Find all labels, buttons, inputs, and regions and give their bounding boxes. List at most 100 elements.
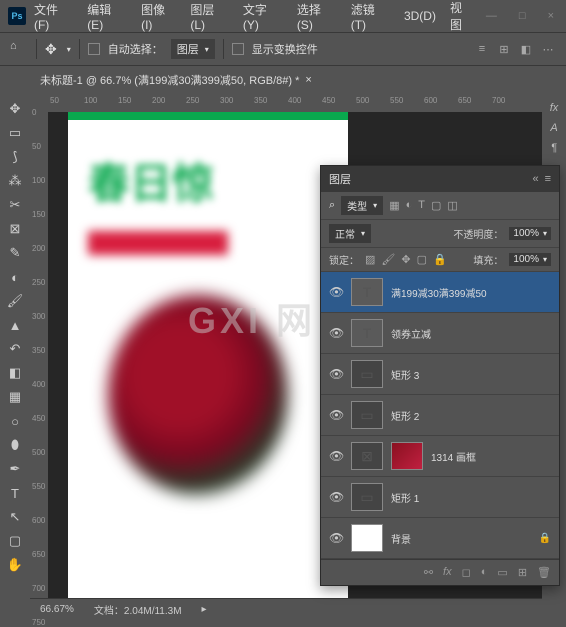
- layer-item[interactable]: 👁▭矩形 2: [321, 395, 559, 436]
- dodge-tool[interactable]: ⬮: [3, 434, 27, 456]
- layer-item[interactable]: 👁▭矩形 1: [321, 477, 559, 518]
- blend-mode-dropdown[interactable]: 正常: [329, 224, 371, 243]
- menu-3d[interactable]: 3D(D): [398, 5, 442, 27]
- menu-file[interactable]: 文件(F): [28, 0, 79, 36]
- marquee-tool[interactable]: ▭: [3, 122, 27, 144]
- add-mask-icon[interactable]: ◻: [462, 566, 471, 579]
- pen-tool[interactable]: ✒: [3, 458, 27, 480]
- lock-transparency-icon[interactable]: ▨: [365, 253, 375, 266]
- layer-item[interactable]: 👁背景🔒: [321, 518, 559, 559]
- distribute-icon[interactable]: ⊞: [496, 41, 512, 57]
- menu-select[interactable]: 选择(S): [291, 0, 343, 36]
- blur-tool[interactable]: ○: [3, 410, 27, 432]
- move-tool[interactable]: ✥: [3, 98, 27, 120]
- opacity-input[interactable]: 100%: [509, 227, 551, 240]
- close-tab-icon[interactable]: ×: [305, 74, 311, 86]
- lock-artboard-icon[interactable]: ▢: [417, 253, 427, 266]
- minimize-button[interactable]: —: [482, 8, 501, 24]
- auto-select-checkbox[interactable]: [88, 43, 100, 55]
- align-icon[interactable]: ≡: [474, 41, 490, 57]
- panel-collapse-icon[interactable]: «: [532, 173, 538, 185]
- new-layer-icon[interactable]: ⊞: [518, 566, 527, 579]
- layer-thumb-text: T: [351, 319, 383, 347]
- auto-select-label: 自动选择：: [108, 41, 163, 57]
- filter-pixel-icon[interactable]: ▦: [389, 199, 399, 212]
- menu-text[interactable]: 文字(Y): [237, 0, 289, 36]
- layer-name[interactable]: 满199减30满399减50: [391, 285, 551, 300]
- 3d-mode-icon[interactable]: ◧: [518, 41, 534, 57]
- frame-tool[interactable]: ⊠: [3, 218, 27, 240]
- eraser-tool[interactable]: ◧: [3, 362, 27, 384]
- new-group-icon[interactable]: ▭: [497, 566, 507, 579]
- more-options-icon[interactable]: ⋯: [540, 41, 556, 57]
- history-brush-tool[interactable]: ↶: [3, 338, 27, 360]
- eyedropper-tool[interactable]: ✎: [3, 242, 27, 264]
- layer-name[interactable]: 领券立减: [391, 326, 551, 341]
- filter-shape-icon[interactable]: ▢: [431, 199, 441, 212]
- home-icon[interactable]: ⌂: [10, 40, 28, 58]
- visibility-toggle-icon[interactable]: 👁: [329, 285, 343, 299]
- layer-name[interactable]: 背景: [391, 531, 531, 546]
- layer-name[interactable]: 1314 画框: [431, 449, 551, 464]
- lock-position-icon[interactable]: ✥: [401, 253, 410, 266]
- filter-type-dropdown[interactable]: 类型: [341, 196, 383, 215]
- filter-type-icon[interactable]: T: [418, 199, 425, 212]
- stamp-tool[interactable]: ▲: [3, 314, 27, 336]
- search-icon[interactable]: ⌕: [329, 199, 335, 212]
- canvas-banner: [88, 231, 228, 255]
- zoom-level[interactable]: 66.67%: [40, 604, 74, 615]
- layer-fx-icon[interactable]: fx: [443, 566, 452, 579]
- paragraph-panel-icon[interactable]: ¶: [551, 142, 557, 154]
- layers-panel-title[interactable]: 图层: [329, 171, 351, 187]
- fx-panel-icon[interactable]: fx: [550, 102, 559, 114]
- status-chevron-icon[interactable]: ▸: [202, 604, 207, 615]
- layer-name[interactable]: 矩形 3: [391, 367, 551, 382]
- visibility-toggle-icon[interactable]: 👁: [329, 326, 343, 340]
- menu-edit[interactable]: 编辑(E): [81, 0, 133, 36]
- path-select-tool[interactable]: ↖: [3, 506, 27, 528]
- close-button[interactable]: ×: [544, 8, 558, 24]
- layer-name[interactable]: 矩形 1: [391, 490, 551, 505]
- link-layers-icon[interactable]: ⚯: [424, 566, 433, 579]
- visibility-toggle-icon[interactable]: 👁: [329, 531, 343, 545]
- fill-input[interactable]: 100%: [509, 253, 551, 266]
- document-tabs: 未标题-1 @ 66.7% (满199减30满399减50, RGB/8#) *…: [0, 66, 566, 94]
- auto-select-target-dropdown[interactable]: 图层: [171, 39, 215, 59]
- visibility-toggle-icon[interactable]: 👁: [329, 490, 343, 504]
- document-tab[interactable]: 未标题-1 @ 66.7% (满199减30满399减50, RGB/8#) *…: [30, 68, 322, 92]
- tool-preset-dropdown[interactable]: [65, 43, 71, 55]
- filter-smart-icon[interactable]: ◫: [447, 199, 457, 212]
- magic-wand-tool[interactable]: ⁂: [3, 170, 27, 192]
- lock-image-icon[interactable]: 🖌: [381, 253, 395, 266]
- menu-view[interactable]: 视图: [444, 0, 480, 37]
- healing-tool[interactable]: ◐: [3, 266, 27, 288]
- menu-image[interactable]: 图像(I): [135, 0, 182, 36]
- new-adjustment-icon[interactable]: ◐: [481, 566, 488, 579]
- character-panel-icon[interactable]: A: [550, 122, 557, 134]
- gradient-tool[interactable]: ▦: [3, 386, 27, 408]
- panel-menu-icon[interactable]: ≡: [545, 173, 551, 185]
- brush-tool[interactable]: 🖌: [3, 290, 27, 312]
- shape-tool[interactable]: ▢: [3, 530, 27, 552]
- show-transform-checkbox[interactable]: [232, 43, 244, 55]
- options-bar: ⌂ ✥ 自动选择： 图层 显示变换控件 ≡ ⊞ ◧ ⋯: [0, 32, 566, 66]
- doc-size: 文档：2.04M/11.3M: [94, 602, 182, 617]
- crop-tool[interactable]: ✂: [3, 194, 27, 216]
- visibility-toggle-icon[interactable]: 👁: [329, 449, 343, 463]
- type-tool[interactable]: T: [3, 482, 27, 504]
- visibility-toggle-icon[interactable]: 👁: [329, 367, 343, 381]
- lasso-tool[interactable]: ⟆: [3, 146, 27, 168]
- hand-tool[interactable]: ✋: [3, 554, 27, 576]
- lock-all-icon[interactable]: 🔒: [433, 253, 447, 266]
- layer-item[interactable]: 👁▭矩形 3: [321, 354, 559, 395]
- filter-adjustment-icon[interactable]: ◐: [406, 199, 413, 212]
- layer-name[interactable]: 矩形 2: [391, 408, 551, 423]
- layer-item[interactable]: 👁 T 领券立减: [321, 313, 559, 354]
- layer-item[interactable]: 👁⊠1314 画框: [321, 436, 559, 477]
- menu-layer[interactable]: 图层(L): [184, 0, 235, 36]
- delete-layer-icon[interactable]: 🗑: [537, 566, 551, 579]
- maximize-button[interactable]: □: [515, 8, 530, 24]
- menu-filter[interactable]: 滤镜(T): [345, 0, 396, 36]
- layer-item[interactable]: 👁T满199减30满399减50: [321, 272, 559, 313]
- visibility-toggle-icon[interactable]: 👁: [329, 408, 343, 422]
